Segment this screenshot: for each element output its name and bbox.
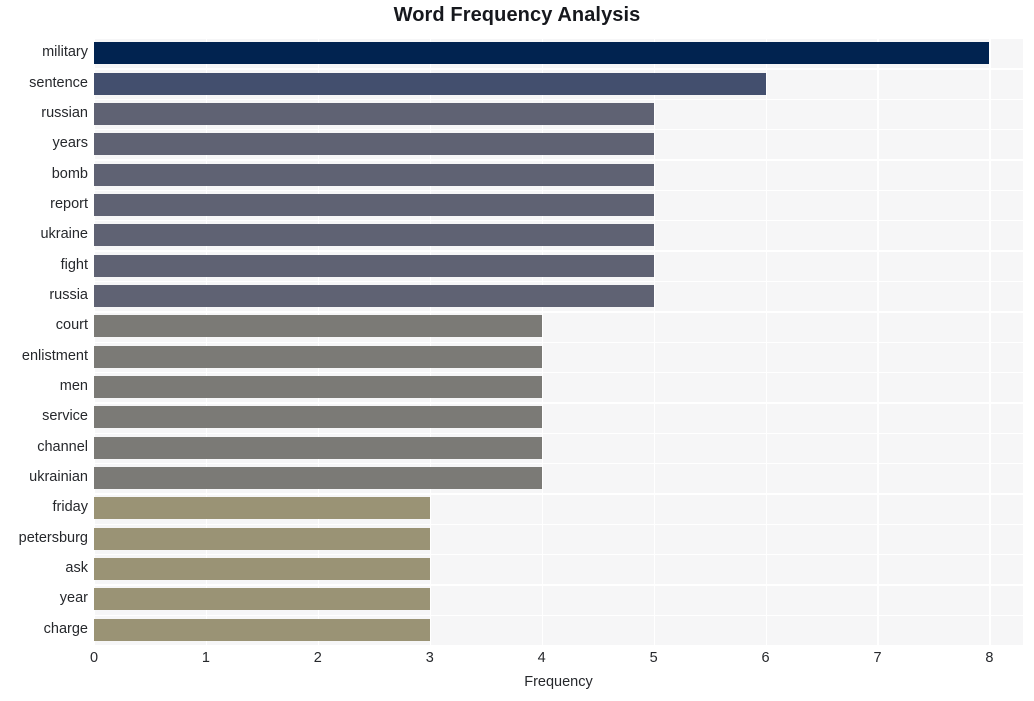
y-axis-tick-label: charge [43,620,88,637]
bar [94,102,654,125]
plot-area [94,38,1023,647]
y-axis-tick-label: court [55,317,88,334]
y-axis-tick-label: men [59,378,88,395]
x-axis-tick-label: 5 [649,650,658,666]
y-gridline [94,250,1023,252]
x-axis-tick-label: 0 [89,650,99,666]
y-gridline [94,341,1023,343]
y-gridline [94,645,1023,647]
y-axis-tick-label: service [42,408,88,425]
bar [94,497,430,520]
chart-title: Word Frequency Analysis [393,4,641,26]
x-axis-tick-label: 7 [873,650,882,666]
bar [94,315,542,338]
y-gridline [94,159,1023,161]
y-axis-tick-label: friday [52,499,88,516]
y-gridline [94,68,1023,70]
y-axis-tick-label: fight [60,256,88,273]
y-gridline [94,614,1023,617]
bar [94,345,542,368]
x-axis-tick-label: 1 [201,650,210,666]
bar [94,406,542,429]
bar [94,254,654,277]
x-axis-tick-label: 4 [537,650,546,666]
y-gridline [94,584,1023,586]
y-axis-tick-label: report [50,195,88,212]
x-axis-tick-label: 2 [313,650,322,666]
y-gridline [94,371,1023,374]
chart-figure: Word Frequency Analysis military sentence… [0,0,1034,701]
y-axis-tick-label: russia [49,286,88,303]
y-axis-tick-label: ukrainian [29,469,88,486]
bar [94,163,654,186]
y-axis-tick-label: year [59,590,88,607]
bar [94,193,654,216]
y-gridline [94,523,1023,525]
y-axis-tick-label: years [52,135,88,152]
y-axis-tick-label: petersburg [18,529,88,546]
y-axis-tick-label: ask [65,560,88,577]
bar [94,588,430,611]
y-gridline [94,38,1023,40]
bar [94,436,542,459]
y-gridline [94,553,1023,556]
bar [94,467,542,490]
y-axis-tick-label: sentence [29,74,88,91]
y-gridline [94,98,1023,101]
bar [94,42,990,65]
y-axis-tick-label: military [42,44,88,61]
bar [94,133,654,156]
bar [94,72,766,95]
y-gridline [94,402,1023,404]
y-gridline [94,129,1023,131]
y-gridline [94,220,1023,222]
bar [94,558,430,581]
y-axis-tick-label: channel [37,438,88,455]
bar [94,376,542,399]
x-axis-label: Frequency [524,674,593,690]
y-axis-tick-label: ukraine [40,226,88,243]
y-axis-tick-label: enlistment [21,347,88,364]
y-gridline [94,311,1023,313]
bar [94,284,654,307]
y-gridline [94,493,1023,495]
bar [94,224,654,247]
y-gridline [94,462,1023,465]
y-axis-tick-label: bomb [51,165,88,182]
y-gridline [94,432,1023,434]
bar [94,527,430,550]
y-axis-tick-label: russian [41,104,88,121]
x-axis-tick-label: 3 [425,650,434,666]
y-gridline [94,189,1023,192]
x-axis-tick-label: 8 [985,650,994,666]
y-gridline [94,280,1023,283]
bar [94,618,430,641]
x-axis-tick-label: 6 [761,650,770,666]
